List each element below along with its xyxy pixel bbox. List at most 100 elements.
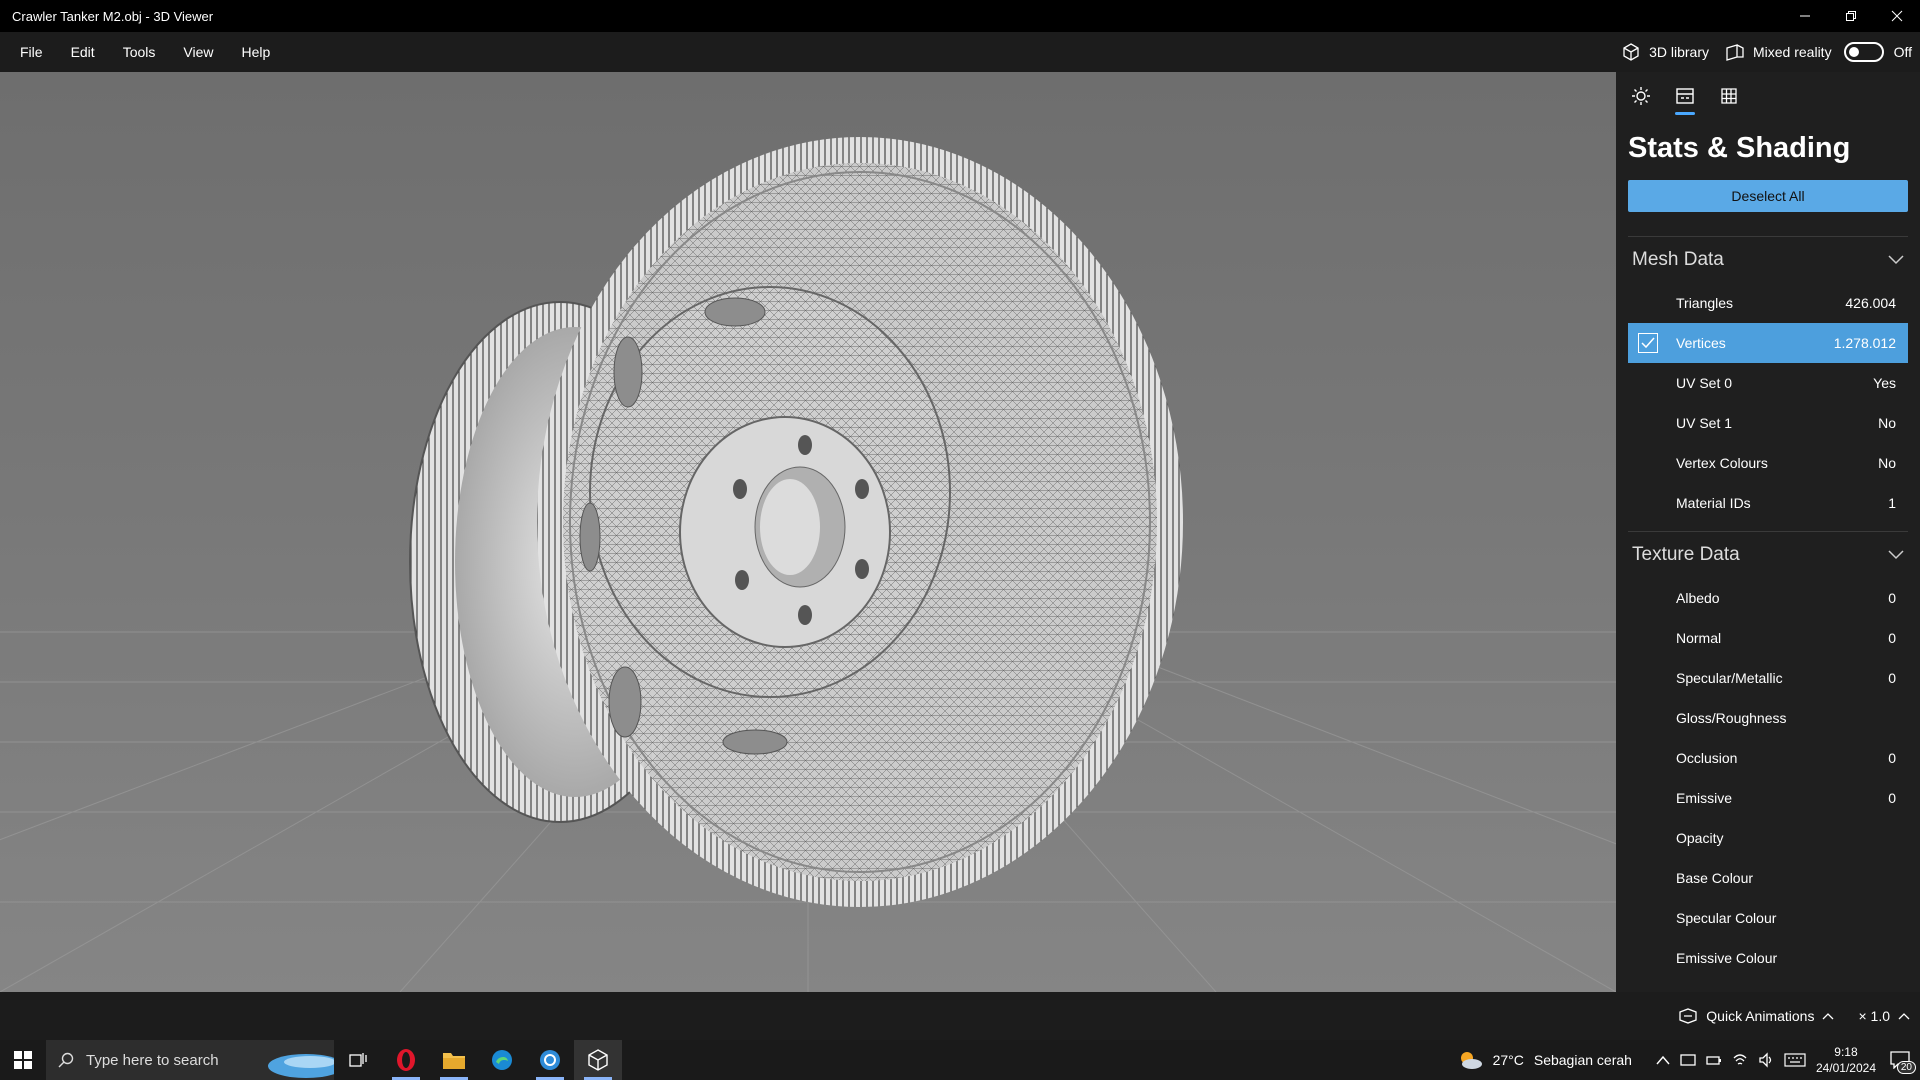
weather-desc[interactable]: Sebagian cerah — [1534, 1052, 1632, 1068]
stats-shading-panel: Stats & Shading Deselect All Mesh Data T… — [1616, 72, 1920, 992]
row-label: Opacity — [1676, 830, 1724, 846]
chevron-down-icon — [1888, 255, 1904, 265]
texture-row-emissive-colour[interactable]: Emissive Colour — [1628, 938, 1908, 978]
edge-icon — [492, 1050, 512, 1070]
wifi-icon[interactable] — [1732, 1052, 1748, 1068]
menu-help[interactable]: Help — [227, 44, 284, 60]
texture-row-occlusion[interactable]: Occlusion 0 — [1628, 738, 1908, 778]
row-value: 1 — [1888, 495, 1896, 511]
texture-row-base-colour[interactable]: Base Colour — [1628, 858, 1908, 898]
row-value: 1.278.012 — [1833, 335, 1896, 351]
clock-time: 9:18 — [1834, 1045, 1858, 1059]
taskbar: Type here to search 27°C Sebagian cerah … — [0, 1040, 1920, 1080]
taskbar-search[interactable]: Type here to search — [46, 1040, 334, 1080]
row-label: Albedo — [1676, 590, 1720, 606]
chevron-up-icon — [1823, 1013, 1834, 1020]
tab-lighting[interactable] — [1628, 81, 1654, 111]
row-value: Yes — [1873, 375, 1896, 391]
start-button[interactable] — [0, 1040, 46, 1080]
task-view-button[interactable] — [334, 1040, 382, 1080]
taskbar-opera[interactable] — [382, 1040, 430, 1080]
taskbar-3d-viewer[interactable] — [574, 1040, 622, 1080]
row-label: Vertices — [1676, 335, 1726, 351]
row-label: Base Colour — [1676, 870, 1754, 886]
row-value: 0 — [1888, 670, 1896, 686]
speed-control[interactable]: × 1.0 — [1858, 1008, 1910, 1024]
row-label: Triangles — [1676, 295, 1734, 311]
search-icon — [58, 1052, 74, 1068]
menu-bar: File Edit Tools View Help 3D library Mix… — [0, 32, 1920, 72]
weather-temp[interactable]: 27°C — [1493, 1052, 1524, 1068]
row-label: UV Set 0 — [1676, 375, 1733, 391]
minimize-button[interactable] — [1782, 0, 1828, 32]
mixed-reality-toggle[interactable] — [1843, 42, 1884, 62]
texture-row-gloss-roughness[interactable]: Gloss/Roughness — [1628, 698, 1908, 738]
weather-icon[interactable] — [1457, 1049, 1483, 1071]
minimize-icon — [1800, 15, 1810, 17]
taskbar-edge[interactable] — [478, 1040, 526, 1080]
clock[interactable]: 9:18 24/01/2024 — [1816, 1044, 1876, 1076]
mesh-data-title: Mesh Data — [1632, 249, 1724, 270]
row-value: No — [1878, 415, 1896, 431]
texture-row-opacity[interactable]: Opacity — [1628, 818, 1908, 858]
task-view-icon — [349, 1053, 367, 1067]
cube-icon — [1623, 43, 1639, 61]
sun-icon — [1632, 87, 1650, 105]
row-label: Vertex Colours — [1676, 455, 1768, 471]
mixed-reality-label: Mixed reality — [1752, 44, 1832, 60]
row-value: 0 — [1888, 790, 1896, 806]
tab-grid[interactable] — [1716, 81, 1742, 111]
notification-center-button[interactable]: 20 — [1886, 1046, 1916, 1074]
restore-button[interactable] — [1828, 0, 1874, 32]
row-label: Occlusion — [1676, 750, 1738, 766]
mesh-row-uv-set-0[interactable]: UV Set 0 Yes — [1628, 363, 1908, 403]
chevron-up-icon — [1898, 1013, 1910, 1020]
battery-icon[interactable] — [1706, 1052, 1722, 1068]
chevron-up-icon[interactable] — [1656, 1055, 1670, 1065]
restore-icon — [1846, 11, 1856, 21]
close-button[interactable] — [1874, 0, 1920, 32]
menu-view[interactable]: View — [169, 44, 227, 60]
checkmark-icon — [1641, 337, 1655, 349]
toggle-state-label: Off — [1893, 44, 1912, 60]
speaker-icon[interactable] — [1758, 1052, 1774, 1068]
row-label: UV Set 1 — [1676, 415, 1733, 431]
3d-viewport[interactable] — [0, 72, 1616, 992]
mesh-row-vertex-colours[interactable]: Vertex Colours No — [1628, 443, 1908, 483]
menu-edit[interactable]: Edit — [57, 44, 109, 60]
taskbar-app[interactable] — [526, 1040, 574, 1080]
search-highlight-decoration — [268, 1054, 334, 1078]
window-title: Crawler Tanker M2.obj - 3D Viewer — [12, 8, 214, 24]
3d-library-label: 3D library — [1649, 44, 1709, 60]
mesh-row-vertices[interactable]: Vertices 1.278.012 — [1628, 323, 1908, 363]
row-value: 0 — [1888, 630, 1896, 646]
texture-row-normal[interactable]: Normal 0 — [1628, 618, 1908, 658]
texture-data-header[interactable]: Texture Data — [1616, 532, 1920, 578]
row-label: Material IDs — [1676, 495, 1751, 511]
row-value: 426.004 — [1845, 295, 1896, 311]
row-label: Specular/Metallic — [1676, 670, 1783, 686]
3d-library-button[interactable]: 3D library — [1621, 42, 1709, 62]
menu-tools[interactable]: Tools — [109, 44, 170, 60]
menu-file[interactable]: File — [6, 44, 57, 60]
clock-date: 24/01/2024 — [1815, 1061, 1876, 1075]
texture-row-albedo[interactable]: Albedo 0 — [1628, 578, 1908, 618]
animation-icon — [1679, 1008, 1697, 1024]
mesh-data-header[interactable]: Mesh Data — [1616, 237, 1920, 283]
texture-row-emissive[interactable]: Emissive 0 — [1628, 778, 1908, 818]
deselect-all-button[interactable]: Deselect All — [1628, 180, 1908, 212]
network-tray-icon[interactable] — [1680, 1052, 1696, 1068]
mixed-reality-button[interactable]: Mixed reality — [1725, 42, 1832, 62]
texture-row-specular-metallic[interactable]: Specular/Metallic 0 — [1628, 658, 1908, 698]
mesh-row-uv-set-1[interactable]: UV Set 1 No — [1628, 403, 1908, 443]
checkbox-checked[interactable] — [1638, 333, 1658, 353]
quick-animations-button[interactable]: Quick Animations — [1678, 1008, 1834, 1024]
tab-stats-shading[interactable] — [1672, 81, 1698, 115]
texture-row-specular-colour[interactable]: Specular Colour — [1628, 898, 1908, 938]
wheel-model-render — [0, 137, 1616, 992]
windows-logo-icon — [14, 1051, 32, 1069]
taskbar-file-explorer[interactable] — [430, 1040, 478, 1080]
mesh-row-triangles[interactable]: Triangles 426.004 — [1628, 283, 1908, 323]
mesh-row-material-ids[interactable]: Material IDs 1 — [1628, 483, 1908, 523]
keyboard-icon[interactable] — [1784, 1053, 1806, 1067]
